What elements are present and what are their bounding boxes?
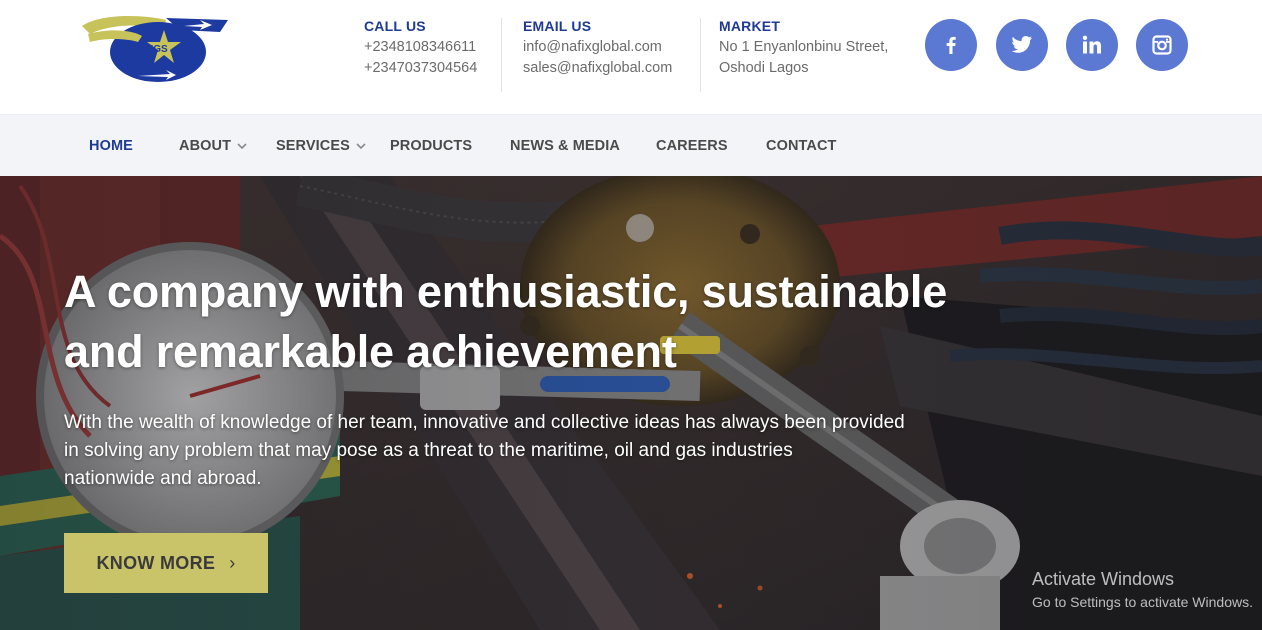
chevron-down-icon <box>237 143 247 150</box>
facebook-link[interactable] <box>925 19 977 71</box>
twitter-icon <box>1011 36 1033 53</box>
chevron-down-icon <box>356 143 366 150</box>
hero-description-line: With the wealth of knowledge of her team… <box>64 412 905 433</box>
svg-text:NGS: NGS <box>146 44 168 55</box>
nav-item-label: NEWS & MEDIA <box>510 138 620 154</box>
watermark-title: Activate Windows <box>1032 569 1175 589</box>
linkedin-link[interactable] <box>1066 19 1118 71</box>
company-logo[interactable]: NGS <box>80 12 230 84</box>
know-more-label: KNOW MORE <box>96 552 216 573</box>
email-us-block: EMAIL US info@nafixglobal.com sales@nafi… <box>523 18 701 92</box>
hero-title: A company with enthusiastic, sustainable… <box>64 262 964 382</box>
twitter-link[interactable] <box>996 19 1048 71</box>
phone-number-2[interactable]: +2347037304564 <box>364 61 501 76</box>
instagram-link[interactable] <box>1136 19 1188 71</box>
hero-title-line: and remarkable achievement <box>64 326 677 377</box>
nav-item-contact[interactable]: CONTACT <box>766 115 837 177</box>
know-more-button[interactable]: KNOW MORE › <box>64 533 268 593</box>
nav-item-label: ABOUT <box>179 138 232 154</box>
watermark-subtitle: Go to Settings to activate Windows. <box>1032 594 1253 610</box>
address-line-1: No 1 Enyanlonbinu Street, <box>719 39 889 55</box>
hero-title-line: A company with enthusiastic, sustainable <box>64 266 948 317</box>
hero-banner: A company with enthusiastic, sustainable… <box>0 176 1262 630</box>
instagram-icon <box>1152 35 1172 55</box>
nav-item-label: SERVICES <box>276 138 350 154</box>
market-heading: MARKET <box>719 18 781 34</box>
market-block: MARKET No 1 Enyanlonbinu Street, Oshodi … <box>719 18 909 76</box>
email-address-2[interactable]: sales@nafixglobal.com <box>523 61 700 76</box>
email-address-1[interactable]: info@nafixglobal.com <box>523 40 700 55</box>
linkedin-icon <box>1082 35 1101 54</box>
nav-item-label: CAREERS <box>656 138 728 154</box>
call-us-block: CALL US +2348108346611 +2347037304564 <box>364 18 502 92</box>
top-header: NGS CALL US +2348108346611 +234703730456… <box>0 0 1262 114</box>
nav-item-products[interactable]: PRODUCTS <box>390 115 472 177</box>
nav-item-label: CONTACT <box>766 138 837 154</box>
email-us-heading: EMAIL US <box>523 18 592 34</box>
hero-description: With the wealth of knowledge of her team… <box>64 409 944 493</box>
nav-item-news-media[interactable]: NEWS & MEDIA <box>510 115 620 177</box>
chevron-right-icon: › <box>229 552 236 573</box>
main-navigation: HOME ABOUT SERVICES PRODUCTS NEWS & MEDI… <box>0 114 1262 176</box>
nav-item-services[interactable]: SERVICES <box>276 115 366 177</box>
call-us-heading: CALL US <box>364 18 426 34</box>
activate-windows-watermark: Activate Windows Go to Settings to activ… <box>1032 569 1253 610</box>
nav-item-label: PRODUCTS <box>390 138 473 154</box>
hero-description-line: in solving any problem that may pose as … <box>64 440 793 461</box>
nav-item-careers[interactable]: CAREERS <box>656 115 728 177</box>
nav-item-home[interactable]: HOME <box>89 115 133 177</box>
nav-item-about[interactable]: ABOUT <box>179 115 247 177</box>
hero-description-line: nationwide and abroad. <box>64 468 262 489</box>
facebook-icon <box>946 36 956 54</box>
nav-item-label: HOME <box>89 138 133 154</box>
address-line-2: Oshodi Lagos <box>719 60 809 76</box>
phone-number-1[interactable]: +2348108346611 <box>364 40 501 55</box>
